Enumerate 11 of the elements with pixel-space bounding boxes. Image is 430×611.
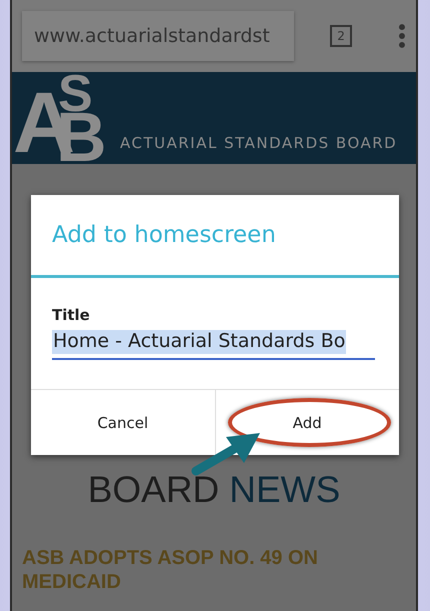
tab-count-button[interactable]: 2	[330, 25, 352, 47]
dialog-title: Add to homescreen	[31, 195, 399, 278]
pointer-arrow	[192, 433, 260, 476]
menu-icon[interactable]	[398, 23, 406, 49]
address-bar[interactable]: www.actuarialstandardst	[22, 11, 294, 61]
dialog-button[interactable]: Add	[216, 390, 399, 455]
headline: BOARD	[88, 468, 220, 512]
headline-accent: NEWS	[229, 468, 340, 512]
field-label: Title	[52, 306, 91, 324]
dialog-button[interactable]: Cancel	[31, 390, 216, 455]
site-name: ACTUARIAL STANDARDS BOARD	[120, 134, 398, 154]
